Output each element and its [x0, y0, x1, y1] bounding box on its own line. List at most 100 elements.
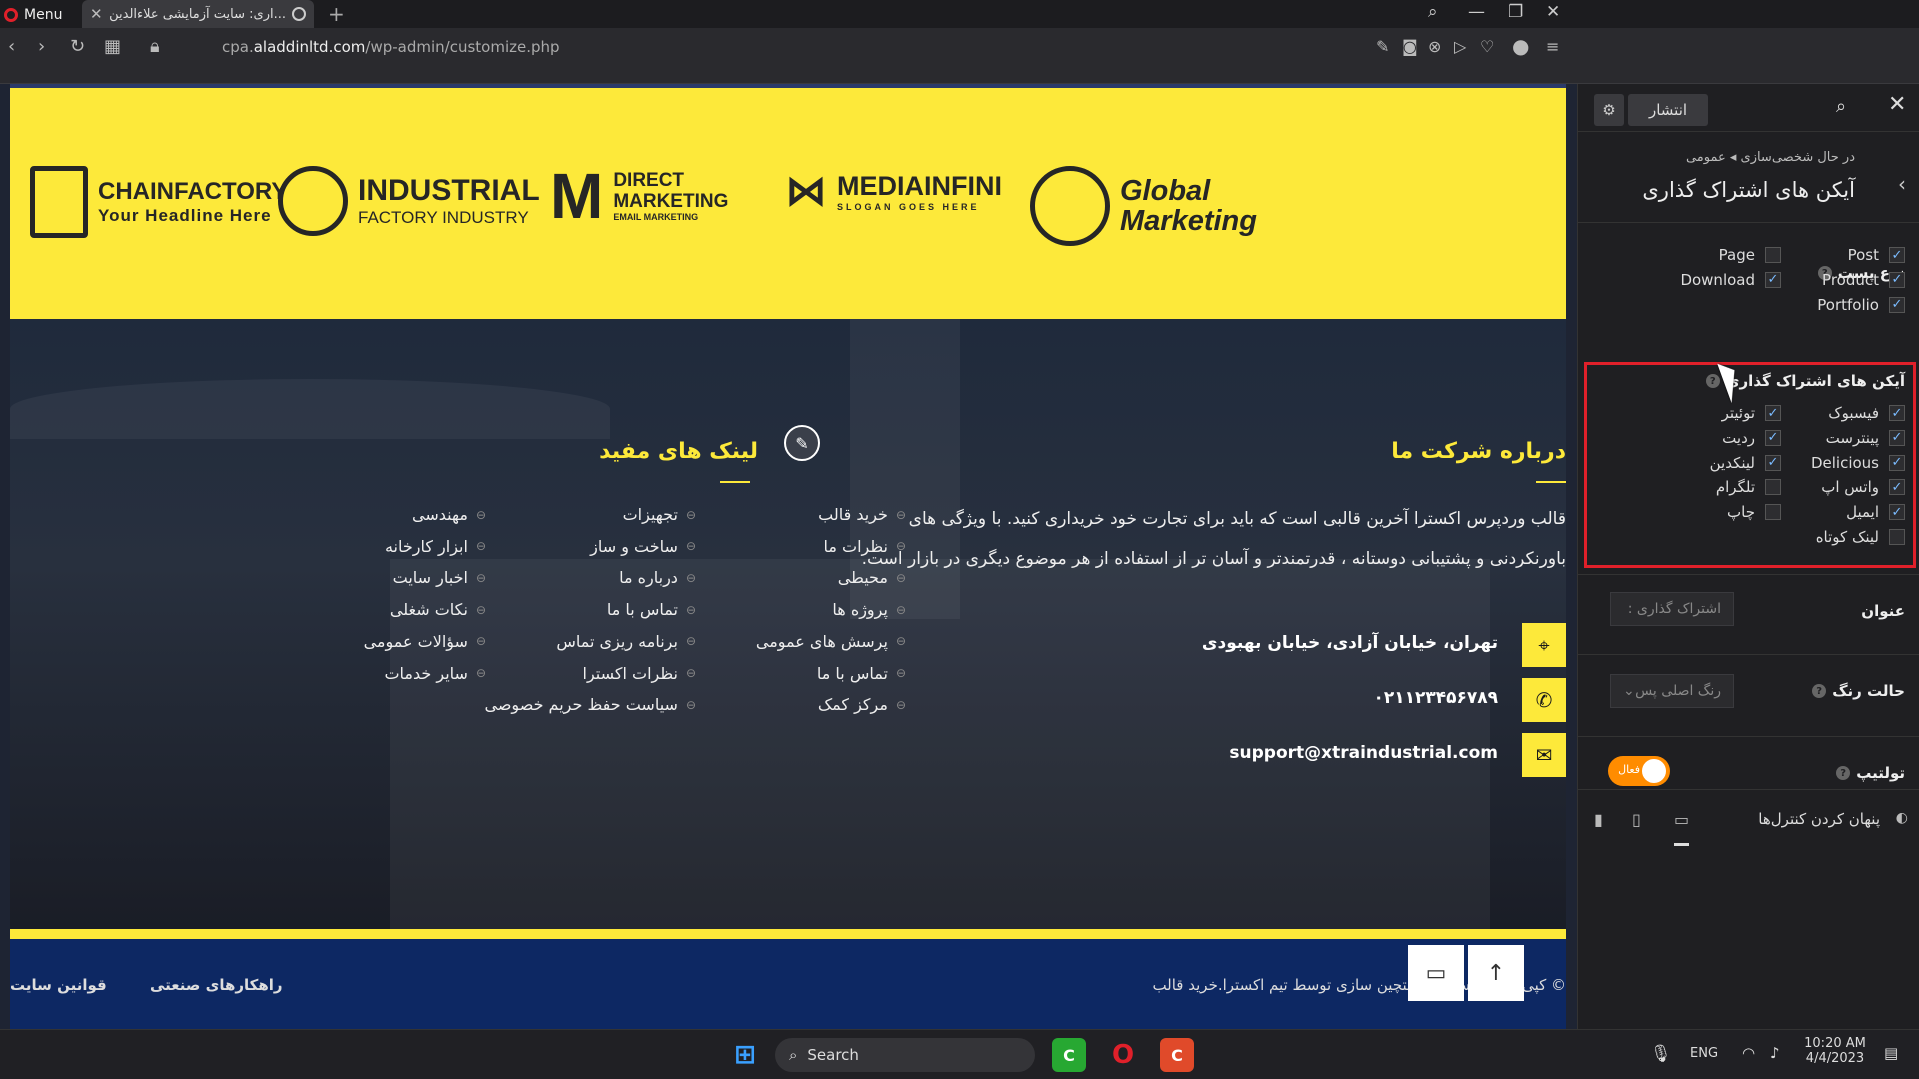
checkbox-box[interactable]: [1765, 247, 1781, 263]
scroll-top-icon[interactable]: ↑: [1468, 945, 1524, 1001]
contact-email[interactable]: support@xtraindustrial.com: [1229, 743, 1498, 763]
checkbox-post-types[interactable]: ✓ Download: [1680, 271, 1781, 289]
checkbox-post-types[interactable]: ✓ Portfolio: [1817, 296, 1905, 314]
footer-link[interactable]: ⊖ برنامه ریزی تماس: [556, 632, 696, 651]
edit-shortcut-icon[interactable]: ✎: [784, 425, 820, 461]
checkbox-box[interactable]: ✓: [1889, 271, 1905, 288]
tooltip-toggle[interactable]: فعال: [1608, 756, 1670, 786]
close-icon[interactable]: ✕: [1888, 92, 1906, 117]
checkbox-box[interactable]: [1765, 504, 1781, 521]
close-window-icon[interactable]: ✕: [1546, 2, 1560, 22]
checkbox-share-icons[interactable]: لینک کوتاه: [1816, 528, 1905, 546]
hide-controls-button[interactable]: پنهان کردن کنترل‌ها: [1758, 810, 1880, 828]
notification-icon[interactable]: ▤: [1884, 1044, 1898, 1062]
checkbox-share-icons[interactable]: ✓ فیسبوک: [1828, 404, 1905, 422]
checkbox-share-icons[interactable]: ✓ پینترست: [1826, 429, 1905, 447]
publish-button[interactable]: انتشار: [1628, 94, 1708, 126]
share-title-input[interactable]: اشتراک گذاری :: [1610, 592, 1734, 626]
footer-link[interactable]: ⊖ تماس با ما: [607, 600, 696, 619]
footer-link[interactable]: ⊖ نظرات اکسترا: [583, 664, 697, 683]
camera-icon[interactable]: ◙: [1402, 37, 1418, 56]
mobile-preview-icon[interactable]: ▮: [1594, 810, 1603, 829]
opera-menu-button[interactable]: Menu: [4, 4, 62, 26]
search-icon[interactable]: ⌕: [1836, 96, 1846, 117]
checkbox-box[interactable]: ✓: [1889, 504, 1905, 521]
help-icon[interactable]: ?: [1836, 766, 1851, 780]
footer-link[interactable]: ⊖ درباره ما: [619, 568, 696, 587]
footer-link[interactable]: ⊖ تماس با ما: [817, 664, 906, 683]
publish-settings-icon[interactable]: ⚙: [1594, 94, 1624, 126]
footer-link[interactable]: ⊖ نظرات ما: [823, 537, 906, 556]
easy-setup-icon[interactable]: ≡: [1546, 37, 1559, 56]
footer-link[interactable]: ⊖ ساخت و ساز: [590, 537, 696, 556]
footer-link[interactable]: ⊖ مرکز کمک: [818, 695, 906, 714]
checkbox-box[interactable]: [1765, 479, 1781, 496]
chat-icon[interactable]: ▭: [1408, 945, 1464, 1001]
checkbox-share-icons[interactable]: چاپ: [1727, 503, 1781, 521]
close-tab-icon[interactable]: ✕: [90, 5, 103, 23]
reload-icon[interactable]: ↻: [70, 36, 85, 57]
back-chevron-icon[interactable]: ›: [1898, 172, 1906, 196]
footer-link[interactable]: ⊖ سایر خدمات: [384, 664, 486, 683]
recorder-app-icon[interactable]: C: [1160, 1038, 1194, 1072]
help-icon[interactable]: ?: [1812, 684, 1827, 698]
checkbox-box[interactable]: ✓: [1889, 429, 1905, 446]
checkbox-box[interactable]: ✓: [1765, 454, 1781, 471]
forward-icon[interactable]: ›: [38, 36, 45, 57]
send-icon[interactable]: ▷: [1454, 37, 1466, 56]
checkbox-share-icons[interactable]: ✓ ایمیل: [1846, 503, 1905, 521]
microphone-icon[interactable]: 🎙︎: [1650, 1044, 1672, 1064]
footer-link[interactable]: ⊖ ابزار کارخانه: [385, 537, 486, 556]
active-tab[interactable]: ...اری: سایت آزمایشی علاءالدین ✕: [82, 0, 314, 28]
footer-link[interactable]: ⊖ سیاست حفظ حریم خصوصی: [485, 695, 697, 714]
checkbox-share-icons[interactable]: ✓ واتس اپ: [1821, 478, 1905, 496]
restore-icon[interactable]: ❐: [1508, 2, 1523, 22]
new-tab-icon[interactable]: +: [328, 2, 345, 26]
checkbox-share-icons[interactable]: ✓ لینکدین: [1710, 454, 1781, 472]
checkbox-post-types[interactable]: ✓ Product: [1822, 271, 1905, 289]
footer-link-solutions[interactable]: راهکارهای صنعتی: [150, 976, 283, 994]
search-tabs-icon[interactable]: ⌕: [1428, 2, 1438, 22]
footer-link[interactable]: ⊖ خرید قالب: [818, 505, 906, 524]
opera-app-icon[interactable]: O: [1106, 1038, 1140, 1072]
taskbar-search[interactable]: ⌕ Search: [775, 1038, 1035, 1072]
checkbox-box[interactable]: ✓: [1889, 479, 1905, 496]
footer-link[interactable]: ⊖ پروژه ها: [832, 600, 906, 619]
url-field[interactable]: cpa.aladdinltd.com/wp-admin/customize.ph…: [222, 38, 560, 56]
checkbox-box[interactable]: ✓: [1889, 247, 1905, 263]
footer-link-rules[interactable]: قوانین سایت: [10, 976, 107, 994]
checkbox-box[interactable]: ✓: [1765, 429, 1781, 446]
hide-controls-icon[interactable]: ◐: [1896, 810, 1908, 826]
footer-link[interactable]: ⊖ نکات شغلی: [390, 600, 486, 619]
minimize-icon[interactable]: —: [1468, 2, 1485, 22]
footer-link[interactable]: ⊖ مهندسی: [412, 505, 486, 524]
wifi-icon[interactable]: ◠: [1742, 1044, 1755, 1062]
heart-icon[interactable]: ♡: [1480, 37, 1494, 56]
checkbox-share-icons[interactable]: ✓ Delicious: [1811, 454, 1905, 472]
checkbox-post-types[interactable]: ✓ Post: [1848, 246, 1905, 264]
desktop-preview-icon[interactable]: ▭: [1674, 810, 1690, 846]
tablet-preview-icon[interactable]: ▯: [1632, 810, 1641, 829]
footer-link[interactable]: ⊖ سؤالات عمومی: [364, 632, 486, 651]
camtasia-app-icon[interactable]: C: [1052, 1038, 1086, 1072]
language-indicator[interactable]: ENG: [1690, 1046, 1718, 1061]
adblock-icon[interactable]: ⊗: [1428, 37, 1441, 56]
footer-link[interactable]: ⊖ محیطی: [838, 568, 906, 587]
checkbox-share-icons[interactable]: ✓ ردیت: [1722, 429, 1781, 447]
checkbox-box[interactable]: ✓: [1889, 454, 1905, 471]
windows-start-icon[interactable]: ⊞: [728, 1038, 762, 1072]
checkbox-box[interactable]: [1889, 529, 1905, 545]
profile-icon[interactable]: ●: [1512, 34, 1529, 58]
checkbox-share-icons[interactable]: ✓ توئیتر: [1722, 404, 1781, 422]
footer-link[interactable]: ⊖ اخبار سایت: [393, 568, 486, 587]
footer-link[interactable]: ⊖ پرسش های عمومی: [756, 632, 906, 651]
help-icon[interactable]: ?: [1705, 374, 1720, 388]
color-mode-select[interactable]: رنگ اصلی پس ⌄: [1610, 674, 1734, 708]
checkbox-post-types[interactable]: Page: [1719, 246, 1781, 264]
volume-icon[interactable]: ♪: [1770, 1044, 1780, 1062]
checkbox-box[interactable]: ✓: [1765, 405, 1781, 421]
checkbox-box[interactable]: ✓: [1765, 271, 1781, 288]
checkbox-box[interactable]: ✓: [1889, 296, 1905, 313]
clock[interactable]: 10:20 AM 4/4/2023: [1800, 1036, 1870, 1066]
checkbox-box[interactable]: ✓: [1889, 405, 1905, 421]
